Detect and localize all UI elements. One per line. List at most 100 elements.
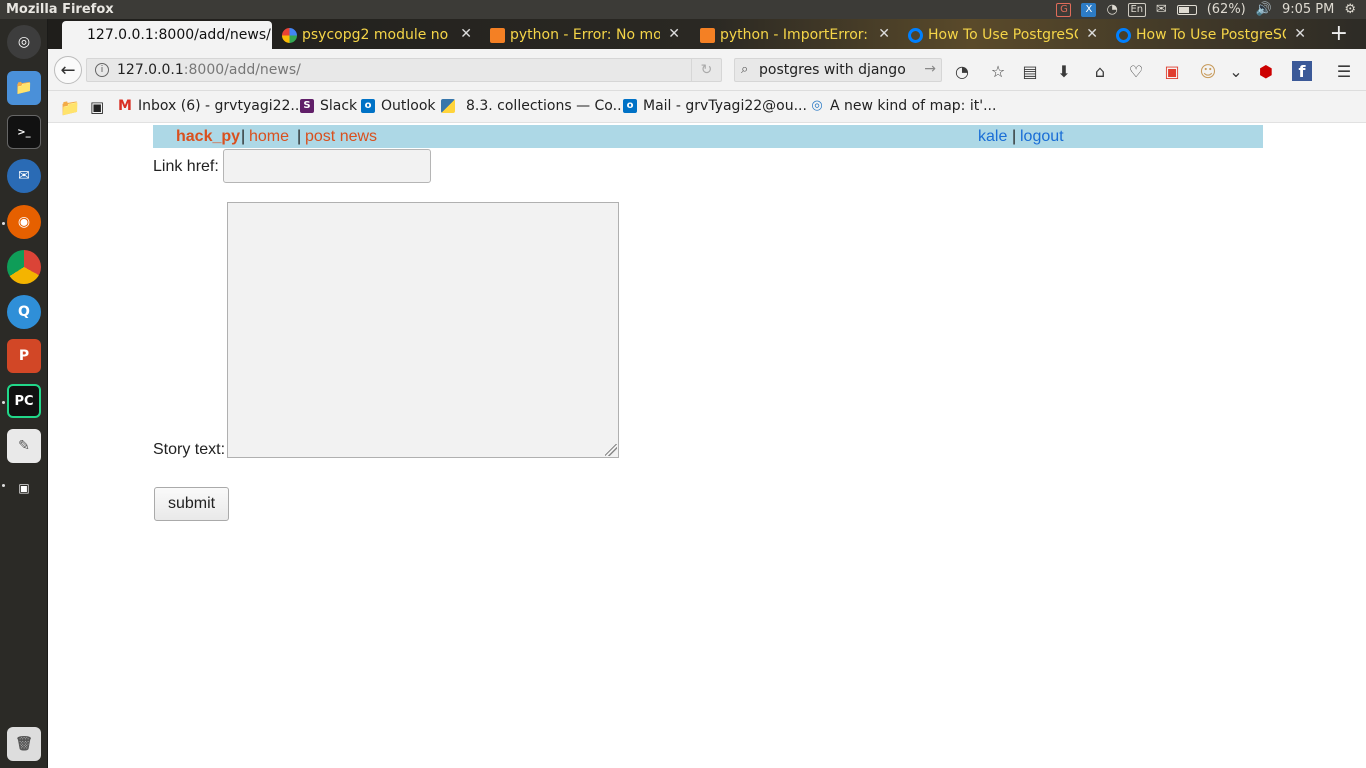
files-icon[interactable]: 📁	[7, 71, 41, 105]
history-icon[interactable]: ◔	[952, 61, 972, 81]
mail-icon[interactable]: ✉	[1156, 2, 1167, 17]
workspace-switcher-icon[interactable]: ▣	[7, 471, 41, 505]
tab-label: python - Error: No modul	[510, 27, 660, 43]
url-bar[interactable]: i 127.0.0.1:8000/add/news/ ↻	[86, 58, 722, 82]
tab-stackoverflow-2[interactable]: python - ImportError: N ✕	[692, 21, 896, 49]
tab-close-icon[interactable]: ✕	[1086, 26, 1098, 42]
link-href-input[interactable]	[223, 149, 431, 183]
chevron-down-icon[interactable]: ⌄	[1226, 61, 1246, 81]
bookmark-star-icon[interactable]: ☆	[988, 61, 1008, 81]
home-link[interactable]: home	[249, 125, 289, 148]
tab-stackoverflow-1[interactable]: python - Error: No modul ✕	[482, 21, 686, 49]
reading-list-icon[interactable]: ▤	[1020, 61, 1040, 81]
search-bar[interactable]: ⌕ postgres with django →	[734, 58, 942, 82]
tab-close-icon[interactable]: ✕	[1294, 26, 1306, 42]
tab-active[interactable]: 127.0.0.1:8000/add/news/	[62, 21, 272, 49]
python-icon	[441, 99, 455, 113]
nav-separator: |	[241, 128, 246, 145]
sidebar-toggle-icon[interactable]: ▣	[90, 98, 104, 116]
bookmark-label: 8.3. collections — Co...	[466, 98, 626, 114]
digitalocean-icon	[908, 28, 923, 43]
bookmarks-toolbar: 📁 ▣ M Inbox (6) - grvtyagi22... S Slack …	[48, 91, 1366, 123]
grammarly-icon[interactable]: G	[1056, 2, 1072, 17]
running-indicator	[2, 484, 5, 487]
tab-label: How To Use PostgreSQL	[1136, 27, 1286, 43]
slack-icon: S	[300, 99, 314, 113]
site-brand[interactable]: hack_py	[176, 125, 240, 148]
digitalocean-icon	[1116, 28, 1131, 43]
power-icon[interactable]: ⚙	[1344, 2, 1356, 17]
bookmark-label: Mail - grvTyagi22@ou...	[643, 98, 807, 114]
extension-face-icon[interactable]: ☺	[1198, 61, 1218, 81]
page-content: hack_py | home | post news kale | logout…	[48, 123, 1366, 768]
terminal-icon[interactable]: >_	[7, 115, 41, 149]
story-text-area[interactable]	[227, 202, 619, 458]
tab-close-icon[interactable]: ✕	[668, 26, 680, 42]
post-news-link[interactable]: post news	[305, 125, 377, 148]
extension-red-icon[interactable]: ▣	[1162, 61, 1182, 81]
firefox-icon[interactable]: ◉	[7, 205, 41, 239]
bookmark-label: Outlook	[381, 98, 436, 114]
running-indicator	[2, 222, 5, 225]
submit-button[interactable]: submit	[154, 487, 229, 521]
tab-digitalocean-2[interactable]: How To Use PostgreSQL ✕	[1108, 21, 1312, 49]
text-editor-icon[interactable]: ✎	[7, 429, 41, 463]
bookmark-outlook-mail[interactable]: o Mail - grvTyagi22@ou...	[623, 98, 807, 114]
running-indicator	[2, 401, 5, 404]
menu-icon[interactable]: ☰	[1334, 61, 1354, 81]
volume-icon[interactable]: 🔊	[1256, 2, 1272, 17]
reload-icon[interactable]: ↻	[691, 59, 721, 81]
tab-digitalocean-1[interactable]: How To Use PostgreSQL ✕	[900, 21, 1104, 49]
system-indicators: G X ◔ En ✉ (62%) 🔊 9:05 PM ⚙	[1056, 0, 1356, 19]
adblock-icon[interactable]: ⬢	[1256, 61, 1276, 81]
new-tab-button[interactable]: +	[1330, 23, 1348, 45]
tab-bar: 127.0.0.1:8000/add/news/ psycopg2 module…	[48, 19, 1366, 49]
window-title: Mozilla Firefox	[6, 2, 114, 17]
trash-icon[interactable]: 🗑	[7, 727, 41, 761]
pycharm-icon[interactable]: PC	[7, 384, 41, 418]
url-host: 127.0.0.1	[117, 62, 184, 78]
navigation-bar: ← i 127.0.0.1:8000/add/news/ ↻ ⌕ postgre…	[48, 49, 1366, 91]
tab-google[interactable]: psycopg2 module no mo ✕	[274, 21, 478, 49]
bookmark-label: Slack	[320, 98, 358, 114]
bookmarks-folder-icon[interactable]: 📁	[60, 98, 80, 117]
tab-close-icon[interactable]: ✕	[460, 26, 472, 42]
story-text-label: Story text:	[153, 441, 226, 458]
back-button[interactable]: ←	[54, 56, 82, 84]
pocket-icon[interactable]: ♡	[1126, 61, 1146, 81]
bookmark-label: Inbox (6) - grvtyagi22...	[138, 98, 304, 114]
user-link[interactable]: kale	[978, 125, 1007, 148]
xampp-icon[interactable]: X	[1081, 2, 1097, 17]
resize-handle-icon[interactable]	[605, 444, 617, 456]
bookmark-outlook[interactable]: o Outlook	[361, 98, 436, 114]
bookmark-gmail[interactable]: M Inbox (6) - grvtyagi22...	[118, 98, 304, 114]
powerpoint-icon[interactable]: P	[7, 339, 41, 373]
bookmark-python-docs[interactable]: 8.3. collections — Co...	[441, 98, 626, 114]
tab-label: 127.0.0.1:8000/add/news/	[87, 27, 271, 43]
search-value: postgres with django	[759, 62, 906, 78]
home-icon[interactable]: ⌂	[1090, 61, 1110, 81]
chrome-icon[interactable]	[7, 250, 41, 284]
url-path: :8000/add/news/	[183, 62, 301, 78]
tab-close-icon[interactable]: ✕	[878, 26, 890, 42]
site-header: hack_py | home | post news kale | logout	[153, 125, 1263, 148]
link-href-label: Link href:	[153, 158, 219, 175]
bookmark-label: A new kind of map: it'...	[830, 98, 997, 114]
facebook-icon[interactable]: f	[1292, 61, 1312, 81]
wifi-icon[interactable]: ◔	[1106, 2, 1117, 17]
thunderbird-icon[interactable]: ✉	[7, 159, 41, 193]
logout-link[interactable]: logout	[1020, 125, 1064, 148]
bookmark-map-article[interactable]: ◎ A new kind of map: it'...	[810, 98, 996, 114]
nav-separator: |	[1012, 128, 1017, 145]
tab-label: How To Use PostgreSQL	[928, 27, 1078, 43]
battery-icon[interactable]	[1176, 4, 1197, 15]
keyboard-layout-icon[interactable]: En	[1127, 2, 1146, 17]
tab-label: python - ImportError: N	[720, 27, 870, 43]
clock[interactable]: 9:05 PM	[1282, 2, 1334, 17]
search-go-icon[interactable]: →	[924, 61, 936, 77]
quicktime-icon[interactable]: Q	[7, 295, 41, 329]
bookmark-slack[interactable]: S Slack	[300, 98, 357, 114]
download-icon[interactable]: ⬇	[1054, 61, 1074, 81]
site-info-icon[interactable]: i	[95, 63, 109, 77]
ubuntu-dash-icon[interactable]: ◎	[7, 25, 41, 59]
